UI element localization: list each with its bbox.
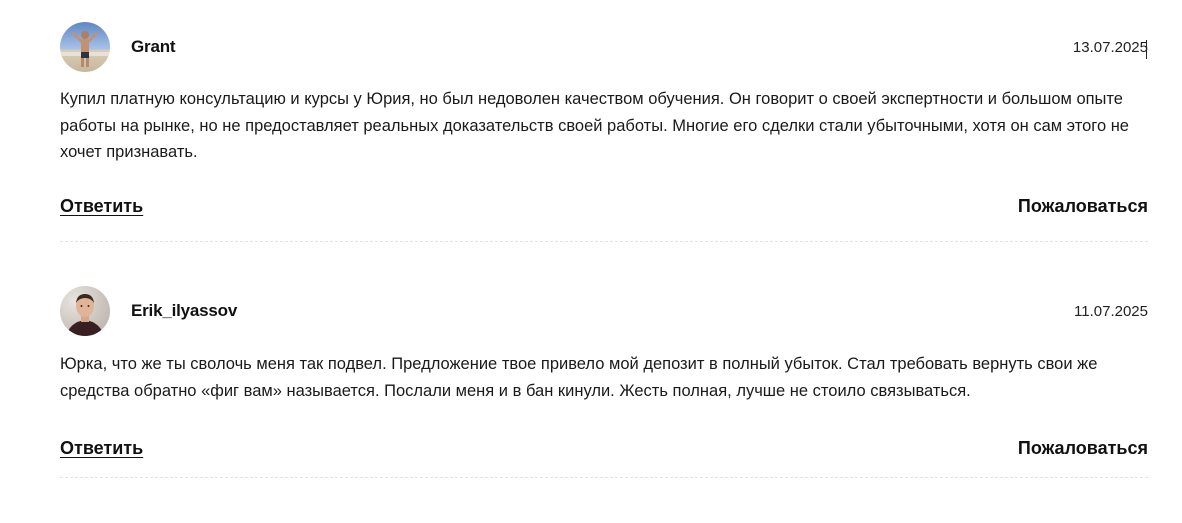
avatar-image [60, 286, 110, 336]
reply-link[interactable]: Ответить [60, 438, 143, 459]
comment-author: Grant [131, 37, 176, 56]
comment-text: Купил платную консультацию и курсы у Юри… [60, 90, 1129, 161]
comment-item: Grant 13.07.2025 Купил платную консульта… [60, 22, 1148, 242]
comment-actions: Ответить Пожаловаться [60, 196, 1148, 226]
comment-date: 11.07.2025 [1074, 303, 1148, 320]
avatar[interactable] [60, 286, 110, 336]
report-link[interactable]: Пожаловаться [1018, 196, 1148, 217]
report-link[interactable]: Пожаловаться [1018, 438, 1148, 459]
comment-header: Grant 13.07.2025 [60, 22, 1148, 74]
comment-author: Erik_ilyassov [131, 301, 238, 320]
comment-text: Юрка, что же ты сволочь меня так подвел.… [60, 355, 1098, 400]
comment-actions: Ответить Пожаловаться [60, 438, 1148, 468]
avatar-image [60, 22, 110, 72]
reply-link[interactable]: Ответить [60, 196, 143, 217]
comment-date: 13.07.2025 [1072, 39, 1148, 56]
comment-item: Erik_ilyassov 11.07.2025 Юрка, что же ты… [60, 286, 1148, 478]
avatar[interactable] [60, 22, 110, 72]
comment-divider [60, 477, 1148, 478]
comment-divider [60, 241, 1148, 242]
comment-header: Erik_ilyassov 11.07.2025 [60, 286, 1148, 338]
